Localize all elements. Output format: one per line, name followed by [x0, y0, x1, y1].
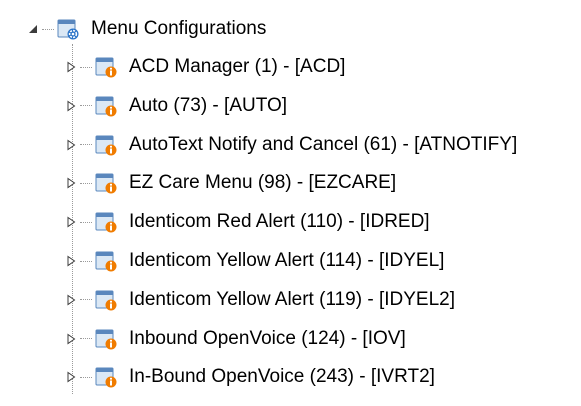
- tree-view[interactable]: Menu Configurations ACD Manager (1) - [A…: [0, 0, 581, 406]
- folder-info-icon: [93, 94, 119, 118]
- tree-node-label[interactable]: Auto (73) - [AUTO]: [129, 87, 287, 125]
- tree-node-label[interactable]: Identicom Yellow Alert (119) - [IDYEL2]: [129, 281, 455, 319]
- folder-info-icon: [93, 171, 119, 195]
- collapsed-arrow-icon[interactable]: [64, 293, 78, 307]
- folder-info-icon: [93, 133, 119, 157]
- collapsed-arrow-icon[interactable]: [64, 176, 78, 190]
- tree-connector: [80, 144, 92, 146]
- tree-node-item[interactable]: ACD Manager (1) - [ACD]: [64, 48, 345, 86]
- tree-node-label[interactable]: Identicom Yellow Alert (114) - [IDYEL]: [129, 242, 444, 280]
- folder-info-icon: [93, 55, 119, 79]
- tree-node-item[interactable]: Identicom Red Alert (110) - [IDRED]: [64, 203, 430, 241]
- tree-node-label[interactable]: AutoText Notify and Cancel (61) - [ATNOT…: [129, 126, 517, 164]
- tree-connector: [80, 299, 92, 301]
- tree-node-label[interactable]: Menu Configurations: [91, 10, 266, 48]
- collapsed-arrow-icon[interactable]: [64, 332, 78, 346]
- expanded-arrow-icon[interactable]: [26, 22, 40, 36]
- tree-connector: [80, 376, 92, 378]
- collapsed-arrow-icon[interactable]: [64, 99, 78, 113]
- tree-node-label[interactable]: Inbound OpenVoice (124) - [IOV]: [129, 320, 406, 358]
- collapsed-arrow-icon[interactable]: [64, 215, 78, 229]
- tree-connector: [80, 105, 92, 107]
- collapsed-arrow-icon[interactable]: [64, 370, 78, 384]
- folder-gear-icon: [55, 17, 81, 41]
- folder-info-icon: [93, 327, 119, 351]
- tree-node-menu-configurations[interactable]: Menu Configurations: [26, 10, 266, 48]
- tree-connector: [80, 260, 92, 262]
- folder-info-icon: [93, 288, 119, 312]
- tree-connector: [80, 182, 92, 184]
- tree-connector: [80, 221, 92, 223]
- tree-node-item[interactable]: EZ Care Menu (98) - [EZCARE]: [64, 164, 396, 202]
- folder-info-icon: [93, 249, 119, 273]
- tree-node-item[interactable]: AutoText Notify and Cancel (61) - [ATNOT…: [64, 126, 517, 164]
- tree-node-item[interactable]: In-Bound OpenVoice (243) - [IVRT2]: [64, 358, 435, 396]
- tree-node-item[interactable]: Auto (73) - [AUTO]: [64, 87, 287, 125]
- tree-node-label[interactable]: Identicom Red Alert (110) - [IDRED]: [129, 203, 430, 241]
- collapsed-arrow-icon[interactable]: [64, 60, 78, 74]
- tree-node-label[interactable]: In-Bound OpenVoice (243) - [IVRT2]: [129, 358, 435, 396]
- tree-node-label[interactable]: ACD Manager (1) - [ACD]: [129, 48, 345, 86]
- tree-node-item[interactable]: Identicom Yellow Alert (114) - [IDYEL]: [64, 242, 444, 280]
- tree-connector: [80, 66, 92, 68]
- collapsed-arrow-icon[interactable]: [64, 138, 78, 152]
- tree-node-item[interactable]: Inbound OpenVoice (124) - [IOV]: [64, 320, 406, 358]
- tree-node-item[interactable]: Identicom Yellow Alert (119) - [IDYEL2]: [64, 281, 455, 319]
- tree-connector: [80, 338, 92, 340]
- folder-info-icon: [93, 210, 119, 234]
- tree-node-label[interactable]: EZ Care Menu (98) - [EZCARE]: [129, 164, 396, 202]
- folder-info-icon: [93, 365, 119, 389]
- tree-connector: [42, 28, 54, 30]
- collapsed-arrow-icon[interactable]: [64, 254, 78, 268]
